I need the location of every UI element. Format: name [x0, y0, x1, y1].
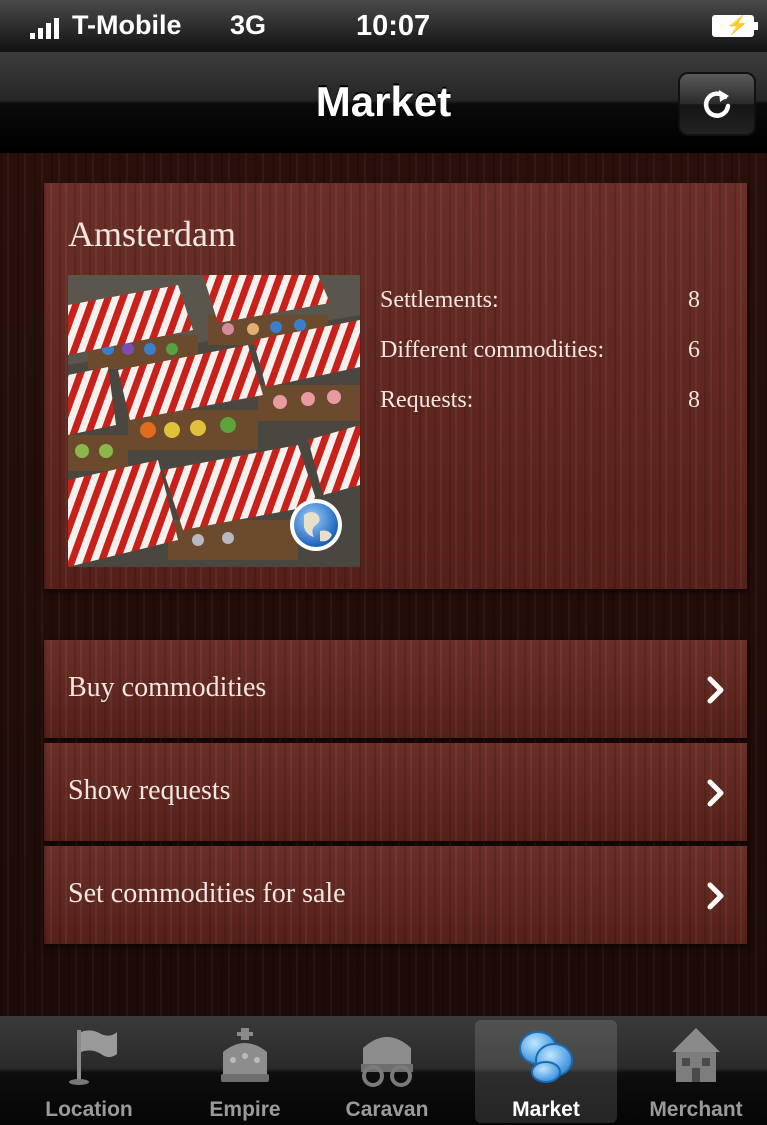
stat-different-commodities: Different commodities: 6 — [380, 337, 700, 387]
stat-label: Different commodities: — [380, 337, 605, 363]
stat-label: Settlements: — [380, 287, 499, 313]
set-commodities-for-sale-button[interactable]: Set commodities for sale — [44, 846, 747, 944]
coins-icon — [519, 1031, 573, 1083]
signal-strength-icon — [30, 15, 68, 39]
battery-icon: ⚡ — [712, 15, 758, 37]
house-icon — [672, 1028, 720, 1082]
tab-label: Market — [512, 1098, 580, 1121]
stat-requests: Requests: 8 — [380, 387, 700, 437]
tab-market[interactable]: Market — [475, 1020, 617, 1123]
network-type: 3G — [230, 10, 267, 40]
wagon-icon — [361, 1037, 413, 1087]
city-name: Amsterdam — [68, 214, 236, 254]
chevron-right-icon — [707, 882, 724, 910]
carrier-name: T-Mobile — [72, 10, 182, 40]
menu-item-label: Buy commodities — [68, 672, 267, 703]
globe-icon[interactable] — [290, 499, 342, 551]
chevron-right-icon — [707, 779, 724, 807]
flag-icon — [69, 1030, 117, 1085]
tab-location[interactable]: Location — [18, 1020, 160, 1123]
tab-caravan[interactable]: Caravan — [316, 1020, 458, 1123]
menu-item-label: Show requests — [68, 775, 231, 806]
stat-value: 8 — [688, 387, 700, 413]
status-time: 10:07 — [356, 10, 431, 42]
stat-settlements: Settlements: 8 — [380, 287, 700, 337]
stat-value: 6 — [688, 337, 700, 363]
market-info-panel: Amsterdam Settlements: 8 Different commo… — [44, 183, 747, 589]
tab-label: Caravan — [345, 1098, 429, 1121]
stat-label: Requests: — [380, 387, 474, 413]
market-stats: Settlements: 8 Different commodities: 6 … — [380, 287, 700, 437]
chevron-right-icon — [707, 676, 724, 704]
market-stalls-image[interactable] — [68, 275, 360, 567]
show-requests-button[interactable]: Show requests — [44, 743, 747, 841]
tab-bar: Location Empire Caravan Market Merchant — [0, 1016, 767, 1125]
refresh-icon — [703, 90, 731, 118]
status-bar: T-Mobile 3G 10:07 ⚡ — [0, 0, 767, 52]
tab-empire[interactable]: Empire — [174, 1020, 316, 1123]
navigation-bar: Market — [0, 52, 767, 153]
tab-label: Empire — [209, 1098, 281, 1121]
buy-commodities-button[interactable]: Buy commodities — [44, 640, 747, 738]
page-title: Market — [315, 78, 452, 125]
tab-label: Merchant — [649, 1098, 743, 1121]
tab-label: Location — [45, 1098, 133, 1121]
stat-value: 8 — [688, 287, 700, 313]
tab-merchant[interactable]: Merchant — [625, 1020, 767, 1123]
refresh-button[interactable] — [678, 72, 756, 136]
crown-icon — [221, 1028, 269, 1082]
menu-item-label: Set commodities for sale — [68, 878, 346, 909]
market-content: Amsterdam Settlements: 8 Different commo… — [0, 153, 767, 1016]
